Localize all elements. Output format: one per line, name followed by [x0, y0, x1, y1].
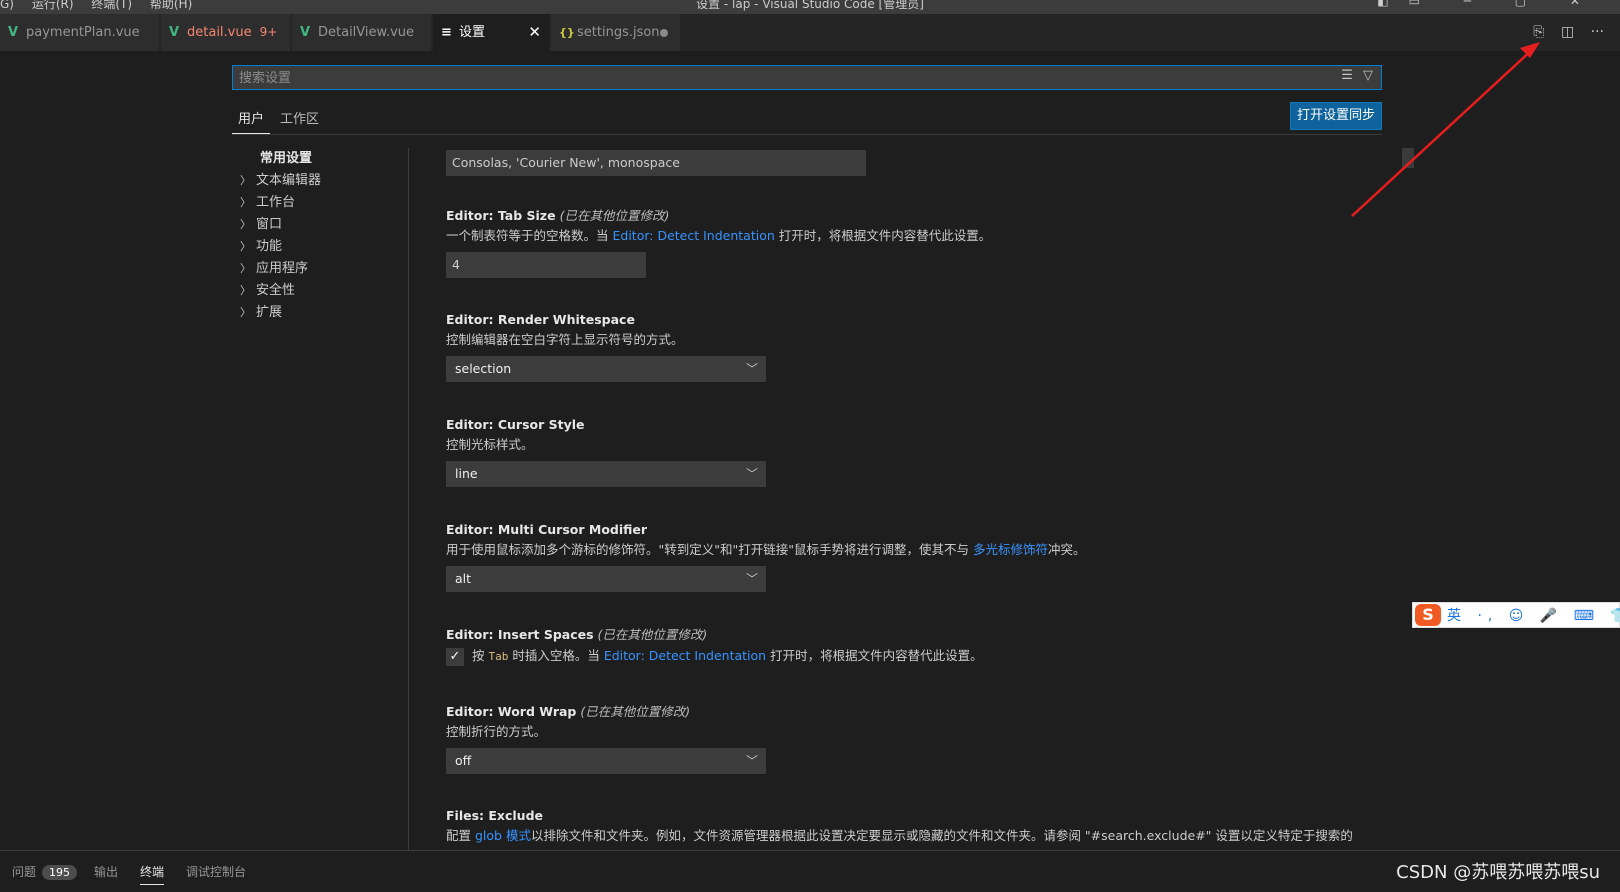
- arrow-head: [1520, 42, 1540, 58]
- arrow-line: [1351, 47, 1535, 217]
- annotation-arrow: [1351, 42, 1540, 217]
